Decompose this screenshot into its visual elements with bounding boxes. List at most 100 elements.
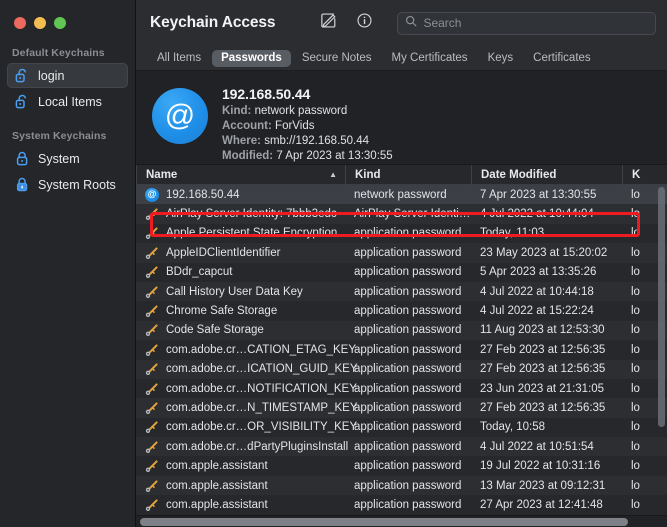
unlocked-padlock-icon xyxy=(15,68,30,84)
detail-field-account: Account: ForVids xyxy=(222,119,393,134)
sidebar-item-system[interactable]: System xyxy=(7,146,128,171)
column-header-keychain[interactable]: K xyxy=(622,164,667,185)
cell-kind: application password xyxy=(354,401,462,414)
table-row[interactable]: com.adobe.cr…CATION_ETAG_KEY application… xyxy=(136,340,667,360)
vertical-scrollbar[interactable] xyxy=(658,187,665,427)
maximize-window-button[interactable] xyxy=(54,17,66,29)
cell-name: com.apple.assistant xyxy=(136,459,345,473)
cell-name: AppleIDClientIdentifier xyxy=(136,246,345,260)
items-table: Name ▲ Kind Date Modified K @ 192.168.50… xyxy=(136,164,667,527)
minimize-window-button[interactable] xyxy=(34,17,46,29)
cell-kind: network password xyxy=(354,188,447,201)
detail-field-label: Account: xyxy=(222,120,272,132)
row-name-label: BDdr_capcut xyxy=(166,266,233,279)
tab-keys[interactable]: Keys xyxy=(479,50,523,67)
detail-field-value: ForVids xyxy=(275,120,315,132)
tab-passwords[interactable]: Passwords xyxy=(212,49,291,67)
row-name-label: com.apple.assistant xyxy=(166,498,268,511)
table-row[interactable]: com.apple.assistant application password… xyxy=(136,495,667,515)
row-name-label: Chrome Safe Storage xyxy=(166,305,278,318)
cell-date: Today, 10:58 xyxy=(480,421,546,434)
column-header-date-modified[interactable]: Date Modified xyxy=(471,164,622,185)
table-row[interactable]: com.adobe.cr…ICATION_GUID_KEY applicatio… xyxy=(136,359,667,379)
horizontal-scrollbar-thumb[interactable] xyxy=(140,518,628,526)
detail-field-modified: Modified: 7 Apr 2023 at 13:30:55 xyxy=(222,149,393,164)
column-header-label: K xyxy=(632,168,641,181)
cell-kind: application password xyxy=(354,343,462,356)
key-icon xyxy=(145,420,159,434)
row-name-label: com.adobe.cr…ICATION_GUID_KEY xyxy=(166,363,358,376)
detail-field-where: Where: smb://192.168.50.44 xyxy=(222,134,393,149)
table-row[interactable]: com.adobe.cr…dPartyPluginsInstall applic… xyxy=(136,437,667,457)
cell-name: com.adobe.cr…CATION_ETAG_KEY xyxy=(136,343,356,357)
sidebar: Default Keychains login Local Items Syst… xyxy=(0,0,136,527)
table-row[interactable]: Call History User Data Key application p… xyxy=(136,281,667,302)
cell-name: Apple Persistent State Encryption xyxy=(136,226,345,240)
cell-kind: application password xyxy=(354,324,462,337)
table-row[interactable]: Chrome Safe Storage application password… xyxy=(136,301,667,321)
cell-name: Chrome Safe Storage xyxy=(136,304,345,318)
table-row[interactable]: com.adobe.cr…OR_VISIBILITY_KEY applicati… xyxy=(136,417,667,438)
cell-kind: application password xyxy=(354,285,462,298)
key-icon xyxy=(145,401,159,415)
tab-all-items[interactable]: All Items xyxy=(148,50,210,67)
cell-kind: application password xyxy=(354,479,462,492)
sidebar-item-label: Local Items xyxy=(38,94,102,109)
sidebar-item-local-items[interactable]: Local Items xyxy=(7,89,128,114)
tab-secure-notes[interactable]: Secure Notes xyxy=(293,50,381,67)
cell-kind: application password xyxy=(354,382,462,395)
cell-date: 23 Jun 2023 at 21:31:05 xyxy=(480,382,605,395)
table-row[interactable]: AppleIDClientIdentifier application pass… xyxy=(136,243,667,263)
table-row[interactable]: com.adobe.cr…NOTIFICATION_KEY applicatio… xyxy=(136,378,667,399)
at-sign-icon: @ xyxy=(145,187,159,202)
horizontal-scrollbar-track[interactable] xyxy=(136,515,667,527)
tab-my-certificates[interactable]: My Certificates xyxy=(383,50,477,67)
key-icon xyxy=(145,362,159,376)
key-icon xyxy=(145,246,159,260)
sidebar-item-login[interactable]: login xyxy=(7,63,128,88)
close-window-button[interactable] xyxy=(14,17,26,29)
cell-kind: application password xyxy=(354,363,462,376)
item-info-button[interactable] xyxy=(349,10,379,36)
sidebar-item-label: login xyxy=(38,68,65,83)
cell-date: 13 Mar 2023 at 09:12:31 xyxy=(480,479,606,492)
table-row[interactable]: com.adobe.cr…N_TIMESTAMP_KEY application… xyxy=(136,398,667,418)
cell-name: Code Safe Storage xyxy=(136,323,345,337)
column-header-name[interactable]: Name ▲ xyxy=(136,164,345,185)
table-row[interactable]: @ 192.168.50.44 network password 7 Apr 2… xyxy=(136,185,667,205)
sidebar-item-system-roots[interactable]: System Roots xyxy=(7,172,128,197)
new-item-button[interactable] xyxy=(313,10,343,36)
table-row[interactable]: BDdr_capcut application password 5 Apr 2… xyxy=(136,262,667,282)
cell-date: 4 Jul 2022 at 10:44:04 xyxy=(480,208,594,221)
table-body[interactable]: @ 192.168.50.44 network password 7 Apr 2… xyxy=(136,185,667,527)
search-icon xyxy=(405,14,417,32)
search-field[interactable] xyxy=(397,11,656,35)
table-row[interactable]: com.apple.assistant application password… xyxy=(136,456,667,476)
table-row[interactable]: Code Safe Storage application password 1… xyxy=(136,320,667,341)
cell-name: BDdr_capcut xyxy=(136,265,345,279)
column-header-label: Date Modified xyxy=(481,168,557,181)
key-icon xyxy=(145,459,159,473)
search-input[interactable] xyxy=(423,16,648,30)
detail-field-label: Modified: xyxy=(222,150,274,162)
row-name-label: com.adobe.cr…NOTIFICATION_KEY xyxy=(166,382,357,395)
row-name-label: 192.168.50.44 xyxy=(166,188,240,201)
cell-name: com.apple.assistant xyxy=(136,498,345,512)
cell-name: com.adobe.cr…OR_VISIBILITY_KEY xyxy=(136,420,357,434)
info-icon xyxy=(356,12,373,34)
cell-name: Call History User Data Key xyxy=(136,285,345,299)
cell-date: 23 May 2023 at 15:20:02 xyxy=(480,246,608,259)
tab-certificates[interactable]: Certificates xyxy=(524,50,600,67)
detail-field-kind: Kind: network password xyxy=(222,104,393,119)
window-controls xyxy=(0,0,135,29)
toolbar: Keychain Access xyxy=(136,0,667,46)
table-row[interactable]: Apple Persistent State Encryption applic… xyxy=(136,223,667,244)
table-row[interactable]: com.apple.assistant application password… xyxy=(136,475,667,496)
table-row[interactable]: AirPlay Server Identity: 7bbb3edc AirPla… xyxy=(136,204,667,224)
cell-name: com.adobe.cr…NOTIFICATION_KEY xyxy=(136,382,357,396)
row-name-label: Call History User Data Key xyxy=(166,285,303,298)
sidebar-item-label: System xyxy=(38,151,80,166)
row-name-label: com.apple.assistant xyxy=(166,460,268,473)
column-header-kind[interactable]: Kind xyxy=(345,164,471,185)
keychain-access-window: Default Keychains login Local Items Syst… xyxy=(0,0,667,527)
